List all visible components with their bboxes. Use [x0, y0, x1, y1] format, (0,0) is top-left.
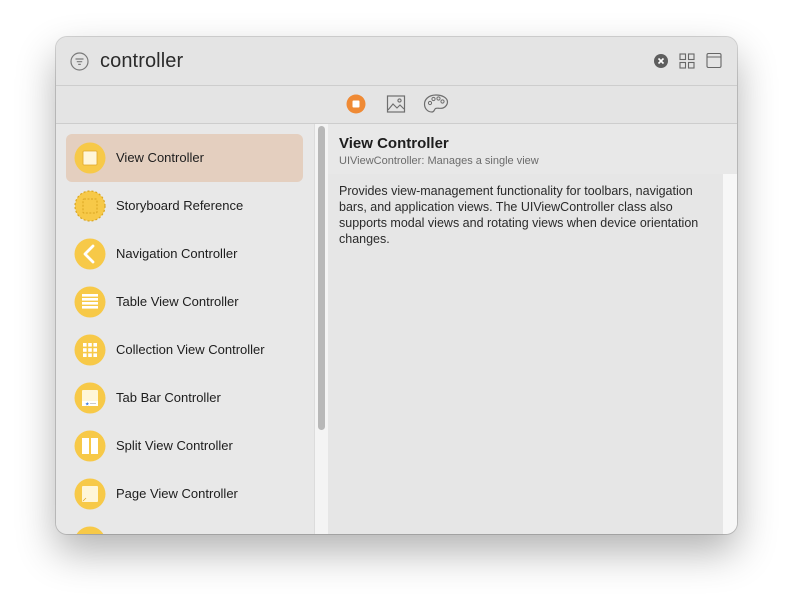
list-item[interactable]: ★ Tab Bar Controller [66, 374, 303, 422]
list-item[interactable]: Split View Controller [66, 422, 303, 470]
svg-text:★: ★ [85, 402, 90, 408]
navigation-controller-icon [74, 238, 106, 270]
collection-view-controller-icon [74, 334, 106, 366]
detail-title: View Controller [339, 135, 449, 152]
detail-header: View Controller UIViewController: Manage… [328, 124, 737, 174]
filter-icon[interactable] [70, 52, 89, 71]
library-window: controller View Controller Storyboard Re… [56, 37, 737, 534]
list-item-label: Tab Bar Controller [116, 390, 221, 405]
list-item[interactable]: Table View Controller [66, 278, 303, 326]
list-item-label: Collection View Controller [116, 342, 265, 357]
list-item[interactable]: Storyboard Reference [66, 182, 303, 230]
table-view-controller-icon [74, 286, 106, 318]
objects-library-icon[interactable] [346, 94, 366, 114]
detail-scrollbar[interactable] [723, 174, 737, 534]
list-item[interactable]: Navigation Controller [66, 230, 303, 278]
color-library-icon[interactable] [423, 93, 449, 115]
list-item-label: Navigation Controller [116, 246, 238, 261]
partial-list-icon [76, 526, 104, 534]
list-item-label: View Controller [116, 150, 204, 165]
list-item-label: Split View Controller [116, 438, 233, 453]
media-library-icon[interactable] [386, 94, 406, 114]
list-item[interactable] [66, 518, 303, 534]
grid-view-icon[interactable] [679, 53, 695, 69]
clear-search-icon[interactable] [654, 54, 668, 68]
list-item[interactable]: Collection View Controller [66, 326, 303, 374]
search-bar: controller [56, 37, 737, 86]
tab-bar-controller-icon: ★ [74, 382, 106, 414]
list-item[interactable]: Page View Controller [66, 470, 303, 518]
page-view-controller-icon [74, 478, 106, 510]
list-item-label: Page View Controller [116, 486, 238, 501]
view-controller-icon [74, 142, 106, 174]
detail-description: Provides view-management functionality f… [339, 184, 699, 246]
split-view-controller-icon [74, 430, 106, 462]
list-item-label: Storyboard Reference [116, 198, 244, 213]
list-item[interactable]: View Controller [66, 134, 303, 182]
library-tab-bar [56, 86, 737, 124]
detail-body: Provides view-management functionality f… [328, 174, 723, 534]
detail-subtitle: UIViewController: Manages a single view [339, 155, 539, 167]
storyboard-reference-icon [74, 190, 106, 222]
search-input[interactable]: controller [100, 49, 183, 73]
list-scrollbar-thumb[interactable] [318, 126, 325, 430]
list-item-label: Table View Controller [116, 294, 239, 309]
toggle-layout-icon[interactable] [706, 52, 722, 69]
object-list: View Controller Storyboard Reference Nav… [56, 124, 314, 534]
